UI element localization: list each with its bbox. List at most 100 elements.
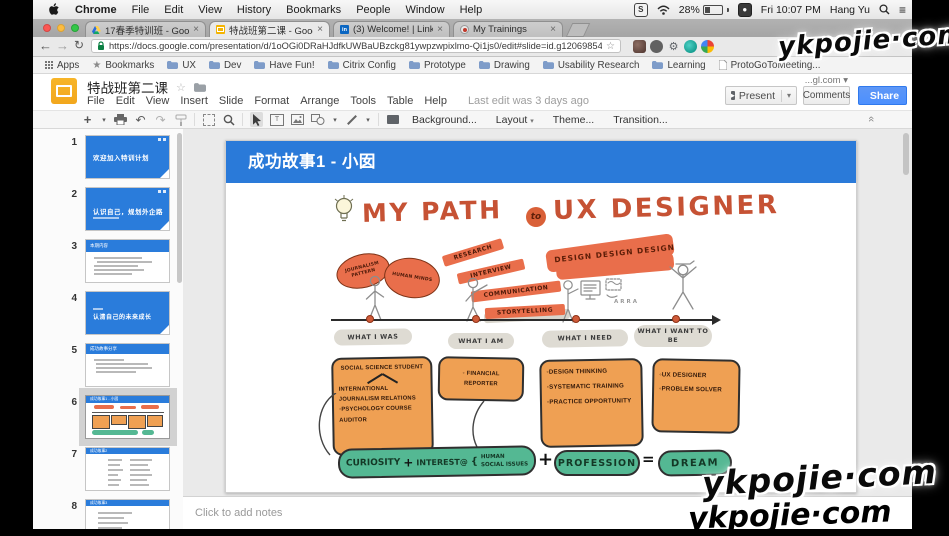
theme-button[interactable]: Theme... bbox=[547, 114, 600, 126]
menu-tools[interactable]: Tools bbox=[350, 95, 376, 107]
zoom-fit-button[interactable] bbox=[202, 112, 215, 127]
menu-bookmarks[interactable]: Bookmarks bbox=[286, 4, 341, 16]
move-folder-icon[interactable] bbox=[194, 83, 206, 92]
zoom-window-button[interactable] bbox=[71, 24, 79, 32]
share-button[interactable]: Share bbox=[858, 86, 907, 105]
new-slide-caret[interactable]: ▾ bbox=[101, 112, 107, 127]
extension-icon-2[interactable] bbox=[650, 40, 663, 53]
bookmark-folder-dev[interactable]: Dev bbox=[209, 60, 241, 71]
forward-button[interactable]: → bbox=[56, 38, 69, 53]
tab-linkedin[interactable]: in (3) Welcome! | LinkedIn × bbox=[333, 21, 450, 37]
bookmark-star-icon[interactable]: ☆ bbox=[606, 41, 615, 52]
apple-icon[interactable] bbox=[49, 3, 60, 16]
slide-thumbnail-7[interactable]: 成功故事2 bbox=[85, 447, 170, 491]
menubar-user[interactable]: Hang Yu bbox=[830, 4, 870, 16]
menu-insert[interactable]: Insert bbox=[180, 95, 208, 107]
shape-caret[interactable]: ▾ bbox=[332, 112, 338, 127]
settings-gear-icon[interactable]: ⚙ bbox=[667, 40, 680, 53]
menu-view[interactable]: View bbox=[146, 95, 170, 107]
tab-close-icon[interactable]: × bbox=[550, 25, 556, 35]
spotlight-search-icon[interactable] bbox=[879, 4, 890, 15]
canvas-scrollbar[interactable] bbox=[903, 133, 909, 175]
hide-menus-chevron[interactable]: « bbox=[865, 116, 877, 122]
wifi-icon[interactable] bbox=[657, 5, 670, 15]
line-caret[interactable]: ▾ bbox=[365, 112, 371, 127]
menubar-clock[interactable]: Fri 10:07 PM bbox=[761, 4, 821, 16]
bookmark-bookmarks[interactable]: ★Bookmarks bbox=[92, 60, 154, 71]
comments-button[interactable]: Comments bbox=[803, 86, 850, 105]
slide-thumbnail-3[interactable]: 本期内容 bbox=[85, 239, 170, 283]
close-window-button[interactable] bbox=[43, 24, 51, 32]
present-button[interactable]: ▶ Present ▾ bbox=[725, 86, 797, 105]
menu-edit[interactable]: Edit bbox=[164, 4, 183, 16]
current-slide[interactable]: 成功故事1 - 小囡 MY PATH to UX DESIGNER JOURNA… bbox=[225, 140, 857, 493]
zoom-button[interactable] bbox=[222, 112, 235, 127]
redo-button[interactable]: ↷ bbox=[154, 112, 167, 127]
slide-thumbnail-6-selected[interactable]: 成功故事1 - 小囡 bbox=[85, 395, 170, 439]
menu-table[interactable]: Table bbox=[387, 95, 413, 107]
address-bar[interactable]: https://docs.google.com/presentation/d/1… bbox=[91, 39, 621, 53]
new-tab-button[interactable] bbox=[566, 23, 591, 37]
last-edit-status[interactable]: Last edit was 3 days ago bbox=[468, 95, 589, 107]
text-box-button[interactable]: T bbox=[270, 112, 284, 127]
menu-chrome[interactable]: Chrome bbox=[75, 4, 117, 16]
slide-thumbnail-5[interactable]: 成功故事分享 bbox=[85, 343, 170, 387]
slide-thumbnail-8[interactable]: 成功故事3 bbox=[85, 499, 170, 529]
slides-app-icon[interactable] bbox=[51, 78, 77, 104]
bookmark-folder-prototype[interactable]: Prototype bbox=[409, 60, 466, 71]
paint-format-button[interactable] bbox=[174, 112, 187, 127]
tab-close-icon[interactable]: × bbox=[193, 25, 199, 35]
new-slide-button[interactable]: + bbox=[81, 112, 94, 127]
menu-file[interactable]: File bbox=[87, 95, 105, 107]
bookmark-page-proto[interactable]: ProtoGoToMeeting... bbox=[719, 60, 821, 71]
bookmark-folder-ux[interactable]: UX bbox=[167, 60, 196, 71]
select-tool-button[interactable] bbox=[250, 112, 263, 127]
insert-line-button[interactable] bbox=[345, 112, 358, 127]
menu-format[interactable]: Format bbox=[254, 95, 289, 107]
bookmark-folder-usability[interactable]: Usability Research bbox=[543, 60, 640, 71]
extension-icon-4[interactable] bbox=[701, 40, 714, 53]
menu-history[interactable]: History bbox=[237, 4, 271, 16]
ime-icon[interactable]: S bbox=[634, 3, 648, 17]
bookmark-folder-drawing[interactable]: Drawing bbox=[479, 60, 530, 71]
print-button[interactable] bbox=[114, 112, 127, 127]
background-button[interactable]: Background... bbox=[406, 114, 483, 126]
bookmark-apps[interactable]: Apps bbox=[45, 60, 79, 71]
battery-indicator[interactable]: 28% bbox=[679, 4, 729, 16]
present-dropdown-caret[interactable]: ▾ bbox=[781, 90, 791, 102]
menu-arrange[interactable]: Arrange bbox=[300, 95, 339, 107]
undo-button[interactable]: ↶ bbox=[134, 112, 147, 127]
extension-icon-3[interactable] bbox=[684, 40, 697, 53]
menu-edit[interactable]: Edit bbox=[116, 95, 135, 107]
menu-help[interactable]: Help bbox=[460, 4, 483, 16]
tab-drive[interactable]: 17春季特训班 - Google Dri × bbox=[85, 21, 206, 37]
document-title[interactable]: 特战班第二课 bbox=[87, 77, 168, 97]
menu-window[interactable]: Window bbox=[405, 4, 444, 16]
star-document-icon[interactable]: ☆ bbox=[176, 81, 186, 94]
bookmark-folder-havefun[interactable]: Have Fun! bbox=[254, 60, 314, 71]
slide-title-bar[interactable]: 成功故事1 - 小囡 bbox=[226, 141, 856, 183]
input-source-icon[interactable]: ● bbox=[738, 3, 752, 17]
slide-thumbnail-1[interactable]: 欢迎加入特训计划 bbox=[85, 135, 170, 179]
menu-slide[interactable]: Slide bbox=[219, 95, 243, 107]
slide-thumbnail-4[interactable]: 认清自己的未来成长 bbox=[85, 291, 170, 335]
insert-shape-button[interactable] bbox=[311, 112, 325, 127]
menu-file[interactable]: File bbox=[132, 4, 150, 16]
menu-people[interactable]: People bbox=[356, 4, 390, 16]
filmstrip-scrollbar[interactable] bbox=[177, 133, 182, 283]
layout-button[interactable]: Layout ▾ bbox=[490, 114, 540, 126]
slide-thumbnail-2[interactable]: 认识自己，规划外企路 bbox=[85, 187, 170, 231]
slide-background-icon[interactable] bbox=[386, 112, 399, 127]
bookmark-folder-learning[interactable]: Learning bbox=[652, 60, 705, 71]
minimize-window-button[interactable] bbox=[57, 24, 65, 32]
transition-button[interactable]: Transition... bbox=[607, 114, 673, 126]
notification-center-icon[interactable]: ≡ bbox=[899, 3, 906, 17]
account-email[interactable]: ...gl.com ▾ bbox=[805, 75, 848, 86]
tab-slides-active[interactable]: 特战班第二课 - Google Sli × bbox=[209, 21, 330, 37]
back-button[interactable]: ← bbox=[39, 38, 52, 53]
menu-help[interactable]: Help bbox=[424, 95, 447, 107]
tab-close-icon[interactable]: × bbox=[317, 25, 323, 35]
menu-view[interactable]: View bbox=[198, 4, 222, 16]
tab-trainings[interactable]: My Trainings × bbox=[453, 21, 563, 37]
reload-button[interactable]: ↻ bbox=[74, 38, 84, 52]
